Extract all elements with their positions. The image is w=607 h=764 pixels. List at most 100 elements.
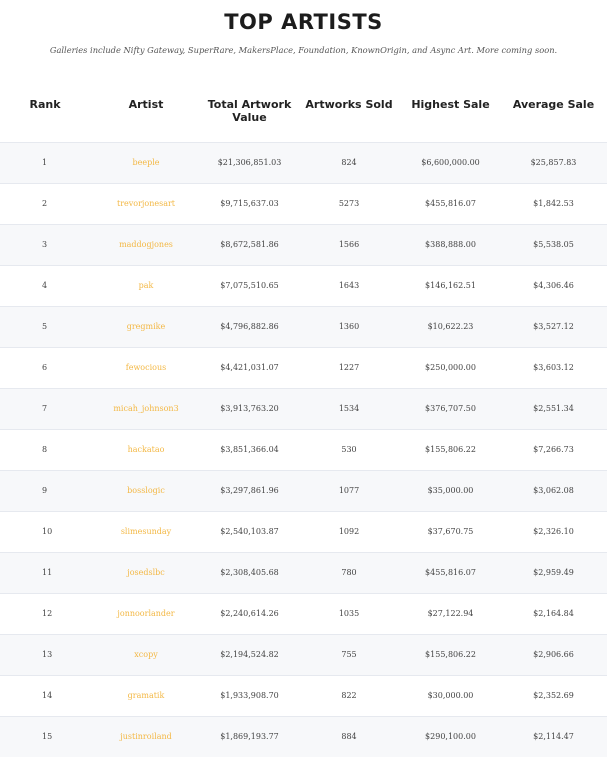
artworks-sold-cell: 780 [341,568,357,577]
average-sale-cell: $3,527.12 [533,322,574,331]
rank-cell: 9 [42,486,48,495]
artworks-sold-cell: 1077 [338,486,360,495]
rank-cell: 1 [42,158,48,167]
column-header-artist[interactable]: Artist [90,84,202,142]
highest-sale-cell: $155,806.22 [425,650,476,659]
table-row: 12 jonnoorlander $2,240,614.26 1035 $27,122.… [0,593,607,634]
artworks-sold-cell: 530 [341,445,357,454]
artworks-sold-cell: 755 [341,650,357,659]
highest-sale-cell: $10,622.23 [427,322,474,331]
artworks-sold-cell: 1360 [338,322,360,331]
table-header: Rank Artist Total Artwork Value Artworks… [0,84,607,142]
rank-cell: 8 [42,445,48,454]
table-body: 1 beeple $21,306,851.03 824 $6,600,000.00 $25… [0,142,607,757]
rank-cell: 10 [42,527,53,536]
total-value-cell: $1,869,193.77 [220,732,279,742]
total-value-cell: $1,933,908.70 [220,691,279,700]
artist-link[interactable]: hackatao [90,429,202,470]
artist-link[interactable]: justinroiland [90,716,202,757]
rank-cell: 11 [42,568,53,577]
artist-link[interactable]: fewocious [90,347,202,388]
table-row: 10 slimesunday $2,540,103.87 1092 $37,670.75… [0,511,607,552]
table-row: 11 josedslbc $2,308,405.68 780 $455,816.07 $2… [0,552,607,593]
total-value-cell: $9,715,637.03 [220,199,279,208]
artist-link[interactable]: slimesunday [90,511,202,552]
artist-link[interactable]: jonnoorlander [90,593,202,634]
average-sale-cell: $2,114.47 [533,732,574,742]
column-header-average-sale[interactable]: Average Sale [500,84,607,142]
total-value-cell: $7,075,510.65 [220,281,279,290]
artist-link[interactable]: pak [90,265,202,306]
table-row: 3 maddogjones $8,672,581.86 1566 $388,888.00… [0,224,607,265]
table-row: 2 trevorjonesart $9,715,637.03 5273 $455,816… [0,183,607,224]
rank-cell: 2 [42,199,48,208]
artworks-sold-cell: 884 [341,732,357,742]
average-sale-cell: $2,959.49 [533,568,574,577]
highest-sale-cell: $35,000.00 [427,486,474,495]
highest-sale-cell: $146,162.51 [425,281,476,290]
highest-sale-cell: $388,888.00 [425,240,476,249]
average-sale-cell: $2,164.84 [533,609,574,618]
column-header-highest-sale[interactable]: Highest Sale [401,84,500,142]
rank-cell: 13 [42,650,53,659]
rank-cell: 14 [42,691,53,700]
total-value-cell: $3,851,366.04 [220,445,279,454]
rank-cell: 15 [42,732,53,742]
table-row: 14 gramatik $1,933,908.70 822 $30,000.00 $2,3… [0,675,607,716]
average-sale-cell: $2,551.34 [533,404,574,413]
page-title: TOP ARTISTS [224,10,383,34]
highest-sale-cell: $155,806.22 [425,445,476,454]
total-value-cell: $2,308,405.68 [220,568,279,577]
artworks-sold-cell: 822 [341,691,357,700]
highest-sale-cell: $6,600,000.00 [421,158,480,167]
artist-link[interactable]: gramatik [90,675,202,716]
average-sale-cell: $5,538.05 [533,240,574,249]
highest-sale-cell: $37,670.75 [427,527,474,536]
table-row: 6 fewocious $4,421,031.07 1227 $250,000.00 $3… [0,347,607,388]
highest-sale-cell: $290,100.00 [425,732,476,742]
highest-sale-cell: $455,816.07 [425,199,476,208]
average-sale-cell: $3,062.08 [533,486,574,495]
average-sale-cell: $3,603.12 [533,363,574,372]
artworks-sold-cell: 1227 [338,363,360,372]
artworks-sold-cell: 824 [341,158,357,167]
table-row: 8 hackatao $3,851,366.04 530 $155,806.22 $7,2… [0,429,607,470]
artworks-sold-cell: 1566 [338,240,360,249]
table-row: 13 xcopy $2,194,524.82 755 $155,806.22 $2,906… [0,634,607,675]
table-row: 9 bosslogic $3,297,861.96 1077 $35,000.00 $3,… [0,470,607,511]
average-sale-cell: $2,352.69 [533,691,574,700]
column-header-artworks-sold[interactable]: Artworks Sold [297,84,401,142]
average-sale-cell: $4,306.46 [533,281,574,290]
total-value-cell: $8,672,581.86 [220,240,279,249]
table-row: 1 beeple $21,306,851.03 824 $6,600,000.00 $25… [0,142,607,183]
highest-sale-cell: $27,122.94 [427,609,474,618]
artist-link[interactable]: gregmike [90,306,202,347]
average-sale-cell: $2,906.66 [533,650,574,659]
column-header-rank[interactable]: Rank [0,84,90,142]
total-value-cell: $4,421,031.07 [220,363,279,372]
average-sale-cell: $25,857.83 [530,158,577,167]
column-header-total-artwork-value[interactable]: Total Artwork Value [202,84,297,142]
table-row: 5 gregmike $4,796,882.86 1360 $10,622.23 $3,5… [0,306,607,347]
artworks-sold-cell: 1534 [338,404,360,413]
highest-sale-cell: $30,000.00 [427,691,474,700]
highest-sale-cell: $250,000.00 [425,363,476,372]
artist-link[interactable]: micah_johnson3 [90,388,202,429]
table-row: 15 justinroiland $1,869,193.77 884 $290,100.… [0,716,607,757]
highest-sale-cell: $376,707.50 [425,404,476,413]
artist-link[interactable]: josedslbc [90,552,202,593]
highest-sale-cell: $455,816.07 [425,568,476,577]
page-subtitle: Galleries include Nifty Gateway, SuperRa… [49,45,558,55]
total-value-cell: $2,240,614.26 [220,609,279,618]
artist-link[interactable]: xcopy [90,634,202,675]
artist-link[interactable]: bosslogic [90,470,202,511]
total-value-cell: $4,796,882.86 [220,322,279,331]
rank-cell: 6 [42,363,48,372]
artist-link[interactable]: maddogjones [90,224,202,265]
artworks-sold-cell: 1092 [338,527,360,536]
artist-link[interactable]: beeple [90,142,202,183]
artist-link[interactable]: trevorjonesart [90,183,202,224]
total-value-cell: $2,194,524.82 [220,650,279,659]
artworks-sold-cell: 5273 [338,199,360,208]
table-row: 4 pak $7,075,510.65 1643 $146,162.51 $4,306.4… [0,265,607,306]
